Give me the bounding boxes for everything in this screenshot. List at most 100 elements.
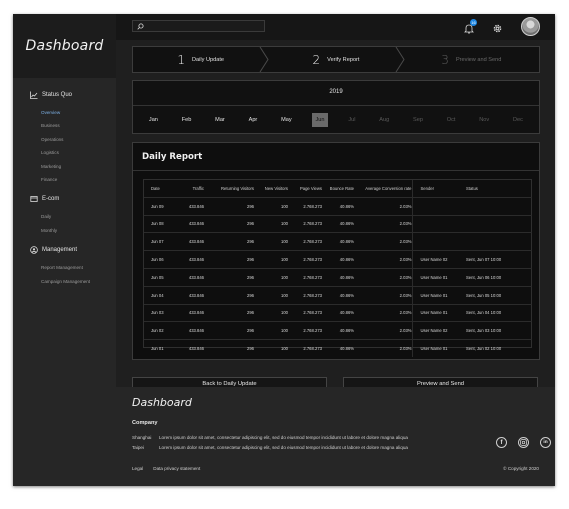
sidebar-item-campaign-management[interactable]: Campaign Management bbox=[13, 275, 116, 288]
table-cell-traffic: 433.846 bbox=[176, 339, 204, 357]
month-may[interactable]: May bbox=[278, 113, 295, 127]
facebook-icon[interactable]: f bbox=[496, 437, 507, 448]
table-cell-traffic: 433.846 bbox=[176, 214, 204, 233]
column-header[interactable]: Bounce Rate bbox=[322, 180, 354, 197]
search-box[interactable] bbox=[132, 20, 265, 32]
table-cell-bounce: 40.86% bbox=[322, 196, 354, 216]
column-header[interactable]: Returning Visitors bbox=[204, 180, 254, 197]
table-cell-new: 100 bbox=[254, 321, 288, 340]
footer-company-heading: Company bbox=[132, 420, 158, 426]
step-daily-update[interactable]: 1 Daily Update bbox=[133, 47, 269, 72]
month-oct: Oct bbox=[446, 117, 456, 123]
column-header[interactable]: Traffic bbox=[176, 180, 204, 197]
table-cell-new: 100 bbox=[254, 232, 288, 251]
data-privacy-link[interactable]: Data privacy statement bbox=[153, 466, 200, 471]
sidebar-item-daily[interactable]: Daily bbox=[13, 210, 116, 223]
step-preview-and-send[interactable]: 3 Preview and Send bbox=[404, 47, 539, 72]
address-text: Lorem ipsum dolor sit amet, consectetur … bbox=[159, 435, 408, 440]
main-content: 1 Daily Update 2 Verify Report 3 Preview… bbox=[116, 40, 555, 390]
top-bar: 16 bbox=[116, 14, 555, 40]
step-number: 3 bbox=[441, 52, 449, 67]
table-row[interactable]: Jun 02 433.846 296 100 2.768.273 40.86% 2.03% U… bbox=[144, 321, 532, 340]
table-cell-date: Jun 02 bbox=[144, 321, 176, 340]
sidebar-item-finance[interactable]: Finance bbox=[13, 173, 116, 186]
table-cell-status: Sent, Jun 03 10:00 bbox=[458, 321, 532, 340]
month-jul: Jul bbox=[348, 117, 356, 123]
search-input[interactable] bbox=[144, 23, 257, 29]
nav-group-label: Status Quo bbox=[42, 92, 73, 98]
sidebar-item-monthly[interactable]: Monthly bbox=[13, 224, 116, 237]
nav-group-header[interactable]: Management bbox=[13, 243, 116, 257]
step-label: Verify Report bbox=[327, 56, 360, 63]
nav-group-header[interactable]: Status Quo bbox=[13, 88, 116, 102]
table-row[interactable]: Jun 06 433.846 296 100 2.768.273 40.86% 2.03% U… bbox=[144, 250, 532, 269]
report-table: Date Traffic Returning Visitors New Visi… bbox=[144, 180, 532, 357]
column-header[interactable]: Average Conversion rate bbox=[354, 180, 412, 197]
table-cell-new: 100 bbox=[254, 303, 288, 322]
table-cell-date: Jun 05 bbox=[144, 267, 176, 287]
table-cell-views: 2.768.273 bbox=[288, 321, 322, 340]
table-cell-bounce: 40.86% bbox=[322, 214, 354, 233]
legal-link[interactable]: Legal bbox=[132, 466, 143, 471]
month-apr[interactable]: Apr bbox=[246, 113, 261, 127]
sidebar-item-overview[interactable]: Overview bbox=[13, 106, 116, 119]
sidebar-item-operations[interactable]: Operations bbox=[13, 133, 116, 146]
table-cell-returning: 296 bbox=[204, 214, 254, 233]
table-cell-returning: 296 bbox=[204, 232, 254, 251]
table-row[interactable]: Jun 07 433.846 296 100 2.768.273 40.86% 2.03% bbox=[144, 232, 532, 251]
gear-icon[interactable] bbox=[492, 21, 503, 33]
table-row[interactable]: Jun 01 433.846 296 100 2.768.273 40.86% 2.03% U… bbox=[144, 339, 532, 357]
user-circle-icon bbox=[30, 246, 38, 254]
report-stepper: 1 Daily Update 2 Verify Report 3 Preview… bbox=[132, 46, 540, 73]
daily-report-card: Daily Report Date Traffic Returning Visi… bbox=[132, 142, 540, 360]
table-cell-new: 100 bbox=[254, 267, 288, 287]
table-cell-new: 100 bbox=[254, 339, 288, 357]
column-header[interactable]: Sender bbox=[411, 180, 458, 198]
table-cell-sender: User Name 02 bbox=[411, 250, 458, 269]
table-row[interactable]: Jun 08 433.846 296 100 2.768.273 40.86% 2.03% bbox=[144, 214, 532, 233]
month-jun[interactable]: Jun bbox=[312, 113, 328, 127]
table-cell-new: 100 bbox=[254, 196, 288, 216]
year-label: 2019 bbox=[329, 89, 343, 95]
nav-group-header[interactable]: E-com bbox=[13, 192, 116, 206]
table-row[interactable]: Jun 03 433.846 296 100 2.768.273 40.86% 2.03% U… bbox=[144, 303, 532, 322]
column-header[interactable]: Date bbox=[144, 180, 176, 197]
instagram-icon[interactable] bbox=[518, 437, 529, 448]
avatar[interactable] bbox=[521, 17, 540, 36]
month-feb[interactable]: Feb bbox=[179, 113, 195, 127]
sidebar-item-logistics[interactable]: Logistics bbox=[13, 146, 116, 159]
column-header[interactable]: Status bbox=[458, 180, 532, 197]
table-cell-returning: 296 bbox=[204, 303, 254, 322]
table-row[interactable]: Jun 09 433.846 296 100 2.768.273 40.86% 2.03% bbox=[144, 196, 532, 216]
table-cell-traffic: 433.846 bbox=[176, 321, 204, 340]
month-jan[interactable]: Jan bbox=[146, 113, 161, 127]
month-picker: 2019 Jan Feb Mar Apr May Jun Jul Aug Sep… bbox=[132, 80, 540, 134]
table-row[interactable]: Jun 05 433.846 296 100 2.768.273 40.86% 2.03% U… bbox=[144, 267, 532, 287]
footer: Dashboard Company Shanghai Lorem ipsum d… bbox=[116, 387, 555, 486]
linkedin-icon[interactable]: in bbox=[540, 437, 551, 448]
sidebar-item-business[interactable]: Business bbox=[13, 119, 116, 132]
table-cell-returning: 296 bbox=[204, 321, 254, 340]
sidebar-item-report-management[interactable]: Report Management bbox=[13, 261, 116, 274]
month-nov: Nov bbox=[479, 117, 490, 123]
month-dec: Dec bbox=[513, 117, 523, 123]
column-header[interactable]: Page Views bbox=[288, 180, 322, 197]
month-mar[interactable]: Mar bbox=[212, 113, 228, 127]
step-label: Preview and Send bbox=[455, 56, 502, 63]
table-cell-date: Jun 06 bbox=[144, 250, 176, 269]
table-cell-views: 2.768.273 bbox=[288, 267, 322, 287]
table-cell-date: Jun 04 bbox=[144, 285, 176, 305]
table-cell-sender bbox=[411, 196, 458, 216]
sidebar-item-marketing[interactable]: Marketing bbox=[13, 160, 116, 173]
table-cell-status bbox=[458, 214, 532, 233]
step-verify-report[interactable]: 2 Verify Report bbox=[268, 47, 405, 72]
footer-address: Shanghai Lorem ipsum dolor sit amet, con… bbox=[132, 435, 408, 440]
chart-line-icon bbox=[30, 91, 38, 99]
table-cell-views: 2.768.273 bbox=[288, 250, 322, 269]
table-cell-returning: 296 bbox=[204, 339, 254, 357]
app-window: Dashboard Status Quo Overview Business O… bbox=[13, 14, 555, 486]
column-header[interactable]: New Visitors bbox=[254, 180, 288, 197]
table-cell-sender bbox=[411, 214, 458, 233]
table-row[interactable]: Jun 04 433.846 296 100 2.768.273 40.86% 2.03% U… bbox=[144, 285, 532, 305]
table-cell-bounce: 40.86% bbox=[322, 321, 354, 340]
